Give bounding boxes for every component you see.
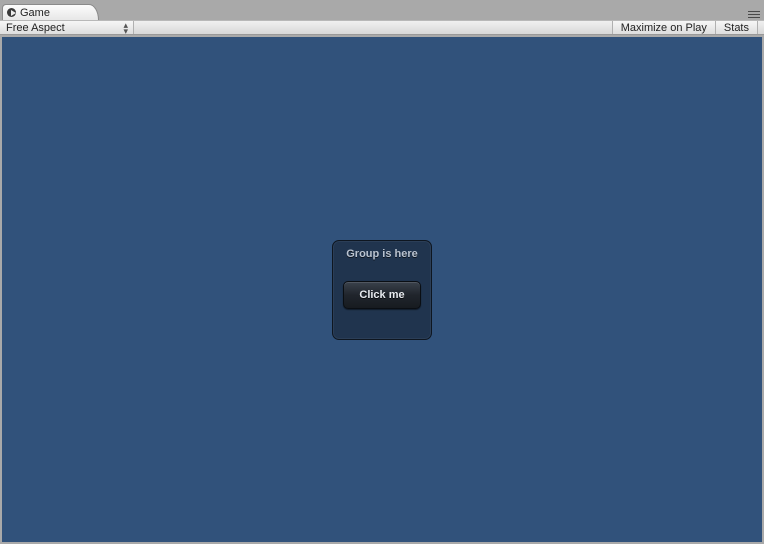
aspect-dropdown[interactable]: Free Aspect ▴▾ bbox=[0, 21, 134, 34]
updown-caret-icon: ▴▾ bbox=[123, 22, 128, 34]
toolbar-spacer bbox=[134, 21, 612, 34]
game-toolbar: Free Aspect ▴▾ Maximize on Play Stats bbox=[0, 20, 764, 35]
aspect-dropdown-label: Free Aspect bbox=[6, 22, 65, 34]
toolbar-end bbox=[757, 21, 764, 34]
viewport-frame: Group is here Click me bbox=[0, 35, 764, 544]
tab-strip: Game bbox=[0, 0, 764, 20]
gui-group-title: Group is here bbox=[333, 241, 431, 260]
click-me-button[interactable]: Click me bbox=[343, 281, 421, 309]
panel-menu-icon[interactable] bbox=[748, 11, 760, 18]
gui-group-box: Group is here Click me bbox=[332, 240, 432, 340]
stats-label: Stats bbox=[724, 22, 749, 34]
maximize-on-play-toggle[interactable]: Maximize on Play bbox=[612, 21, 715, 34]
stats-toggle[interactable]: Stats bbox=[715, 21, 757, 34]
maximize-on-play-label: Maximize on Play bbox=[621, 22, 707, 34]
game-viewport: Group is here Click me bbox=[2, 37, 762, 542]
tab-game[interactable]: Game bbox=[2, 4, 99, 20]
game-tab-icon bbox=[7, 8, 16, 17]
tab-label: Game bbox=[20, 7, 50, 19]
